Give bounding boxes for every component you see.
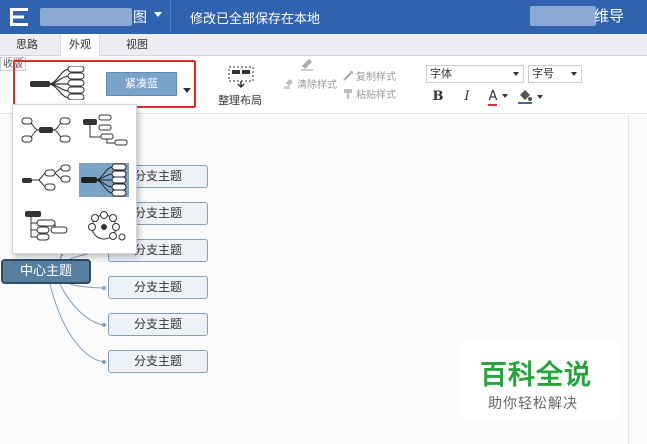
bubble-layout-icon <box>88 211 126 241</box>
layout-option-tree[interactable] <box>21 209 71 243</box>
layout-option-mind-map[interactable] <box>21 113 71 147</box>
org-chart-layout-icon <box>83 114 128 146</box>
logic-layout-icon <box>22 164 71 191</box>
watermark-title: 百科全说 <box>480 360 592 391</box>
layout-option-bubble[interactable] <box>79 209 129 243</box>
watermark-subtitle: 助你轻松解决 <box>488 396 578 412</box>
central-topic[interactable]: 中心主题 <box>1 259 91 284</box>
watermark: 百科全说 助你轻松解决 <box>460 341 620 419</box>
branch-topic[interactable]: 分支主题 <box>108 313 208 336</box>
branch-topic[interactable]: 分支主题 <box>108 276 208 299</box>
layout-option-org-chart[interactable] <box>79 113 129 147</box>
mind-map-layout-icon <box>21 117 71 143</box>
layout-dropdown <box>12 104 137 254</box>
branch-topic[interactable]: 分支主题 <box>108 350 208 373</box>
layout-option-right[interactable] <box>79 163 129 197</box>
right-layout-icon <box>81 163 127 197</box>
tree-layout-icon <box>25 211 68 241</box>
layout-option-logic[interactable] <box>21 163 71 197</box>
app-window: 图 修改已全部保存在本地 维导 思路 外观 视图 收版 紧凑蓝 整理布局 清除样… <box>0 0 647 444</box>
